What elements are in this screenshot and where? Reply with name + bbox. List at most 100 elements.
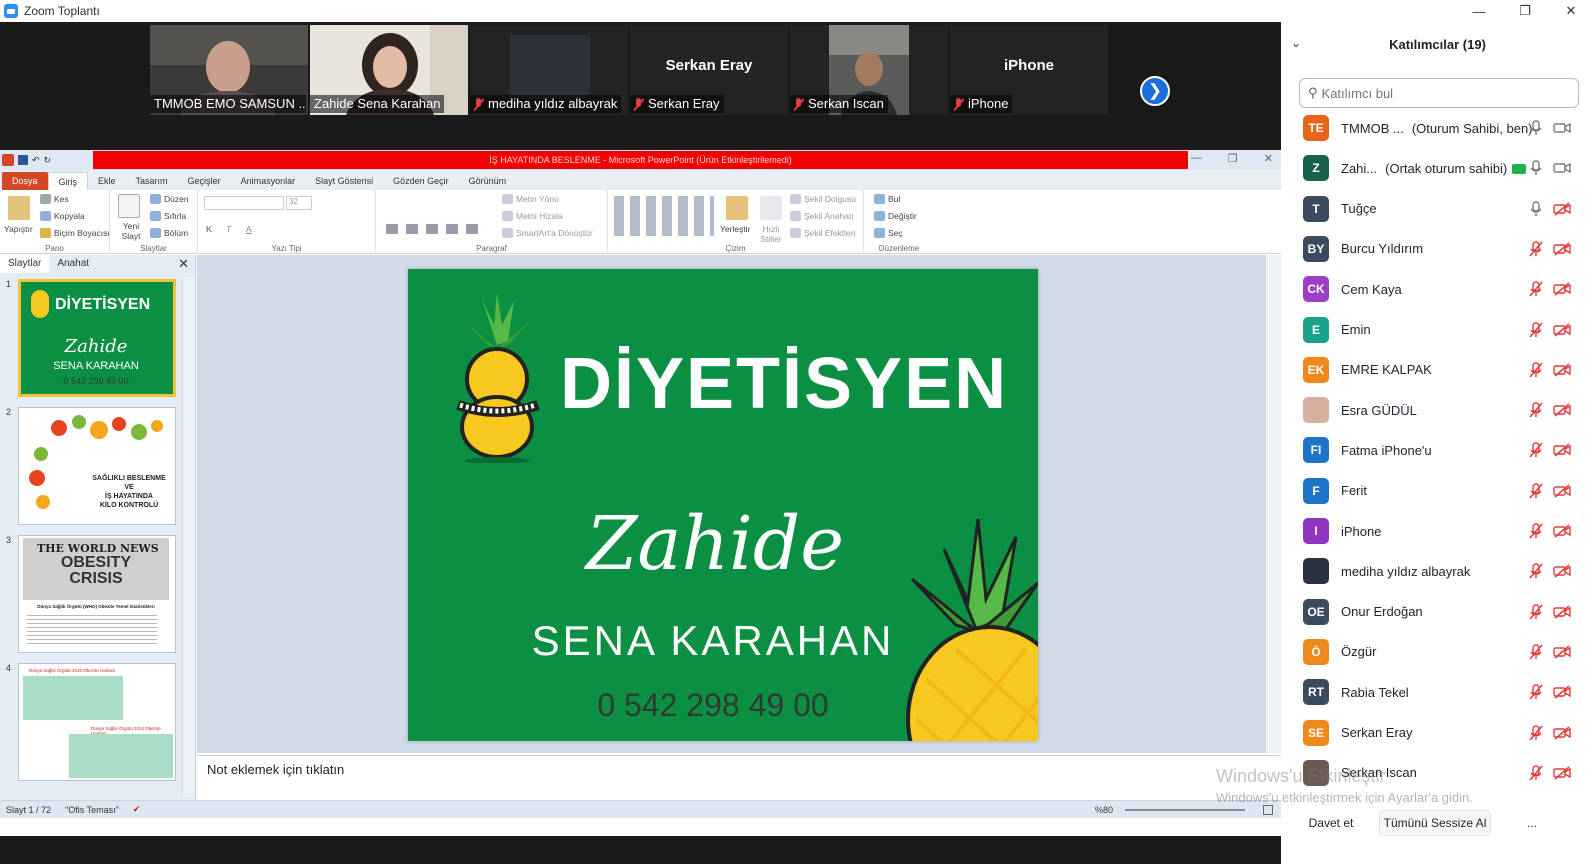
zoom-slider[interactable]	[1125, 808, 1245, 811]
microphone-muted-icon[interactable]	[1529, 402, 1543, 418]
ppt-minimize-icon[interactable]: —	[1191, 152, 1202, 165]
video-camera-off-icon[interactable]	[1553, 645, 1571, 659]
cut-button[interactable]: Kes	[40, 194, 69, 204]
video-camera-off-icon[interactable]	[1553, 685, 1571, 699]
copy-button[interactable]: Kopyala	[40, 211, 85, 221]
thumbnail-1[interactable]: DİYETİSYEN Zahide SENA KARAHAN 0 542 298…	[18, 279, 176, 397]
font-size-select[interactable]: 32	[286, 196, 312, 210]
microphone-muted-icon[interactable]	[1529, 765, 1543, 781]
italic-button[interactable]: T	[226, 224, 231, 234]
video-camera-icon[interactable]	[1553, 161, 1571, 175]
video-tile-2[interactable]: Zahide Sena Karahan	[310, 25, 468, 115]
microphone-icon[interactable]	[1529, 120, 1543, 136]
find-button[interactable]: Bul	[874, 194, 900, 204]
select-button[interactable]: Seç	[874, 228, 903, 238]
video-camera-off-icon[interactable]	[1553, 564, 1571, 578]
quick-styles-button[interactable]: Hızlı Stiller	[756, 224, 786, 244]
tab-insert[interactable]: Ekle	[88, 172, 126, 190]
shape-fill-button[interactable]: Şekil Dolgusu	[790, 194, 856, 204]
panel-scrollbar[interactable]	[182, 277, 195, 797]
shape-outline-button[interactable]: Şekil Anahatı	[790, 211, 854, 221]
video-camera-off-icon[interactable]	[1553, 766, 1571, 780]
invite-button[interactable]: Davet et	[1293, 810, 1369, 836]
close-icon[interactable]: ✕	[1548, 0, 1594, 22]
video-tile-1[interactable]: TMMOB EMO SAMSUN ...	[150, 25, 308, 115]
microphone-muted-icon[interactable]	[1529, 321, 1543, 338]
microphone-muted-icon[interactable]	[1529, 281, 1543, 297]
participant-row[interactable]: RT Rabia Tekel	[1281, 672, 1594, 712]
participant-row[interactable]: CK Cem Kaya	[1281, 269, 1594, 309]
replace-button[interactable]: Değiştir	[874, 211, 917, 221]
arrange-button[interactable]: Yerleştir	[720, 224, 750, 234]
participant-row[interactable]: TE TMMOB ... (Oturum Sahibi, ben)	[1281, 108, 1594, 148]
participant-row[interactable]: Esra GÜDÜL	[1281, 390, 1594, 430]
microphone-muted-icon[interactable]	[1529, 523, 1543, 539]
video-camera-off-icon[interactable]	[1553, 282, 1571, 296]
next-page-button[interactable]: ❯	[1140, 76, 1170, 106]
participant-row[interactable]: T Tuğçe	[1281, 189, 1594, 229]
microphone-muted-icon[interactable]	[1529, 362, 1543, 378]
notes-pane[interactable]: Not eklemek için tıklatın	[197, 755, 1281, 799]
microphone-muted-icon[interactable]	[1529, 644, 1543, 660]
underline-button[interactable]: A	[246, 224, 252, 234]
panel-close-icon[interactable]: ✕	[178, 255, 189, 273]
ppt-maximize-icon[interactable]: ❐	[1228, 152, 1238, 165]
text-direction-button[interactable]: Metin Yönü	[502, 194, 559, 204]
participant-row[interactable]: mediha yıldız albayrak	[1281, 551, 1594, 591]
tab-outline[interactable]: Anahat	[49, 255, 97, 273]
video-camera-off-icon[interactable]	[1553, 725, 1571, 740]
video-camera-off-icon[interactable]	[1553, 605, 1571, 619]
video-camera-off-icon[interactable]	[1553, 524, 1571, 538]
tab-view[interactable]: Görünüm	[459, 172, 517, 190]
tab-slides[interactable]: Slaytlar	[0, 255, 50, 273]
participant-row[interactable]: FI Fatma iPhone'u	[1281, 430, 1594, 470]
video-camera-off-icon[interactable]	[1553, 242, 1571, 256]
paste-button[interactable]: Yapıştır	[4, 224, 33, 234]
smartart-button[interactable]: SmartArt'a Dönüştür	[502, 228, 593, 238]
new-slide-button[interactable]: Yeni Slayt	[116, 221, 146, 241]
spellcheck-icon[interactable]: ✔	[133, 804, 141, 815]
redo-icon[interactable]: ↻	[44, 155, 52, 166]
participant-row[interactable]: E Emin	[1281, 310, 1594, 350]
bold-button[interactable]: K	[206, 224, 212, 234]
microphone-icon[interactable]	[1529, 160, 1543, 176]
more-button[interactable]: ...	[1519, 810, 1545, 836]
microphone-muted-icon[interactable]	[1529, 603, 1543, 620]
thumbnail-4[interactable]: Dünya Sağlık Örgütü 2010 Obezite Haritas…	[18, 663, 176, 781]
thumbnail-3[interactable]: THE WORLD NEWS OBESITY CRISIS Dünya Sağl…	[18, 535, 176, 653]
participant-row[interactable]: Ö Özgür	[1281, 632, 1594, 672]
maximize-icon[interactable]: ❐	[1502, 0, 1548, 22]
participant-row[interactable]: OE Onur Erdoğan	[1281, 592, 1594, 632]
slide-scrollbar[interactable]	[1265, 255, 1281, 753]
align-text-button[interactable]: Metni Hizala	[502, 211, 563, 221]
video-camera-off-icon[interactable]	[1553, 363, 1571, 377]
video-camera-off-icon[interactable]	[1553, 403, 1571, 417]
video-camera-off-icon[interactable]	[1553, 484, 1571, 498]
video-tile-5[interactable]: Serkan Iscan	[790, 25, 948, 115]
microphone-muted-icon[interactable]	[1529, 442, 1543, 458]
video-tile-4[interactable]: Serkan Eray Serkan Eray	[630, 25, 788, 115]
microphone-muted-icon[interactable]	[1529, 563, 1543, 579]
font-name-select[interactable]	[204, 196, 284, 210]
video-camera-off-icon[interactable]	[1553, 443, 1571, 457]
undo-icon[interactable]: ↶	[32, 155, 40, 166]
video-camera-off-icon[interactable]	[1553, 322, 1571, 337]
participant-row[interactable]: F Ferit	[1281, 471, 1594, 511]
participant-row[interactable]: Z Zahi... (Ortak oturum sahibi)	[1281, 148, 1594, 188]
ppt-close-icon[interactable]: ✕	[1264, 152, 1273, 165]
microphone-muted-icon[interactable]	[1529, 241, 1543, 257]
participant-row[interactable]: EK EMRE KALPAK	[1281, 350, 1594, 390]
tab-file[interactable]: Dosya	[2, 172, 48, 190]
participant-row[interactable]: IiPhone	[1281, 511, 1594, 551]
video-tile-6[interactable]: iPhone iPhone	[950, 25, 1108, 115]
shape-effects-button[interactable]: Şekil Efektleri	[790, 228, 856, 238]
save-icon[interactable]	[18, 155, 28, 165]
microphone-icon[interactable]	[1529, 200, 1543, 217]
mute-all-button[interactable]: Tümünü Sessize Al	[1379, 810, 1491, 836]
thumbnail-2[interactable]: SAĞLIKLI BESLENME VE İŞ HAYATINDA KİLO K…	[18, 407, 176, 525]
format-painter-button[interactable]: Biçim Boyacısı	[40, 228, 110, 238]
microphone-muted-icon[interactable]	[1529, 684, 1543, 700]
tab-design[interactable]: Tasarım	[126, 172, 178, 190]
layout-button[interactable]: Düzen	[150, 194, 189, 204]
tab-transitions[interactable]: Geçişler	[178, 172, 231, 190]
